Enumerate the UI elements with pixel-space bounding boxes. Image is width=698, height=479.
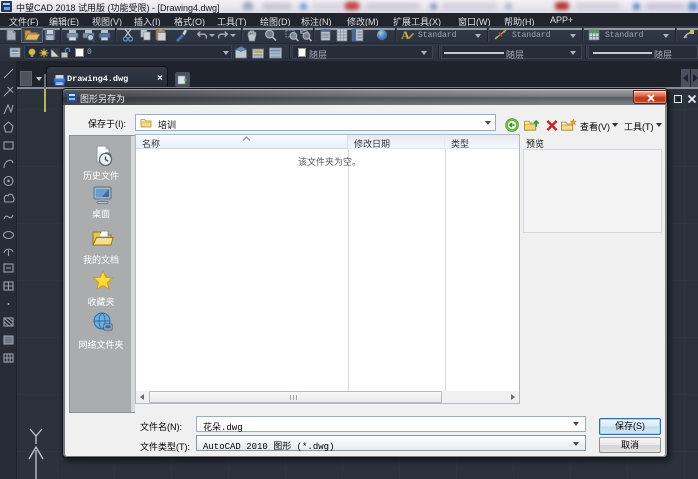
svg-text:A: A	[401, 28, 410, 42]
